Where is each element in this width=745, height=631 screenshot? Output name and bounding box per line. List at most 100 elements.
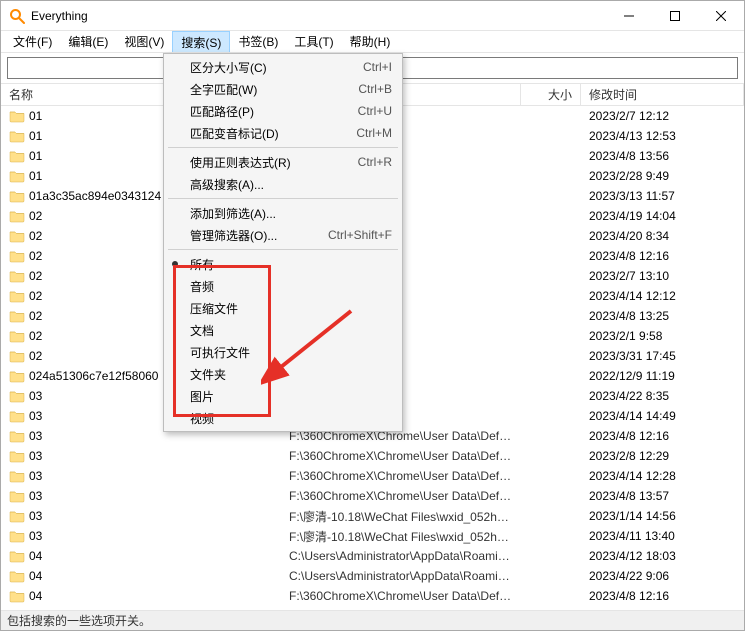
search-menu-item[interactable]: 使用正则表达式(R)Ctrl+R <box>164 151 402 173</box>
file-date: 2023/4/20 8:34 <box>581 229 744 243</box>
minimize-icon <box>624 11 634 21</box>
file-date: 2023/2/7 12:12 <box>581 109 744 123</box>
folder-icon <box>9 429 25 443</box>
search-menu-item[interactable]: 匹配变音标记(D) Ctrl+M <box>164 122 402 144</box>
menu-edit[interactable]: 编辑(E) <box>60 31 116 52</box>
folder-icon <box>9 509 25 523</box>
file-date: 2023/4/8 12:16 <box>581 589 744 603</box>
folder-icon <box>9 149 25 163</box>
file-name: 03 <box>29 489 42 503</box>
file-date: 2023/2/1 9:58 <box>581 329 744 343</box>
file-date: 2023/4/22 9:06 <box>581 569 744 583</box>
status-text: 包括搜索的一些选项开关。 <box>7 612 151 629</box>
search-menu-item[interactable]: 区分大小写(C) Ctrl+I <box>164 56 402 78</box>
menu-item-label: 匹配路径(P) <box>190 103 254 120</box>
menu-item-label: 管理筛选器(O)... <box>190 227 277 244</box>
menu-item-label: 使用正则表达式(R) <box>190 154 291 171</box>
maximize-icon <box>670 11 680 21</box>
file-date: 2023/4/11 13:40 <box>581 529 744 543</box>
folder-icon <box>9 169 25 183</box>
app-icon <box>9 8 25 24</box>
folder-icon <box>9 549 25 563</box>
menu-bookmarks[interactable]: 书签(B) <box>230 31 286 52</box>
menu-help[interactable]: 帮助(H) <box>342 31 399 52</box>
file-name: 03 <box>29 389 42 403</box>
menu-item-shortcut: Ctrl+U <box>358 104 392 118</box>
search-menu-item[interactable]: 高级搜索(A)... <box>164 173 402 195</box>
search-menu-item[interactable]: 匹配路径(P) Ctrl+U <box>164 100 402 122</box>
search-menu-filter[interactable]: 文档 <box>164 319 402 341</box>
folder-icon <box>9 489 25 503</box>
search-menu-item[interactable]: 添加到筛选(A)... <box>164 202 402 224</box>
menu-item-shortcut: Ctrl+M <box>356 126 392 140</box>
menu-item-shortcut: Ctrl+B <box>358 82 392 96</box>
folder-icon <box>9 329 25 343</box>
search-menu-filter[interactable]: 图片 <box>164 385 402 407</box>
file-date: 2023/3/31 17:45 <box>581 349 744 363</box>
table-row[interactable]: 04C:\Users\Administrator\AppData\Roamin.… <box>1 566 744 586</box>
search-menu-filter[interactable]: 音频 <box>164 275 402 297</box>
file-path: F:\360ChromeX\Chrome\User Data\Defa... <box>281 589 521 603</box>
table-row[interactable]: 04F:\360ChromeX\Chrome\User Data\Defa...… <box>1 586 744 606</box>
close-button[interactable] <box>698 1 744 31</box>
file-path: F:\360ChromeX\Chrome\User Data\Defa... <box>281 469 521 483</box>
file-name: 03 <box>29 409 42 423</box>
file-name: 02 <box>29 249 42 263</box>
file-name: 03 <box>29 469 42 483</box>
folder-icon <box>9 449 25 463</box>
menu-separator <box>168 147 398 148</box>
menu-view[interactable]: 视图(V) <box>116 31 172 52</box>
file-name: 02 <box>29 289 42 303</box>
file-date: 2023/1/14 14:56 <box>581 509 744 523</box>
file-name: 03 <box>29 529 42 543</box>
file-date: 2023/4/22 8:35 <box>581 389 744 403</box>
file-name: 01 <box>29 109 42 123</box>
file-date: 2023/4/19 14:04 <box>581 209 744 223</box>
search-menu-item[interactable]: 全字匹配(W)Ctrl+B <box>164 78 402 100</box>
col-header-size[interactable]: 大小 <box>521 84 581 105</box>
menu-file[interactable]: 文件(F) <box>5 31 60 52</box>
folder-icon <box>9 109 25 123</box>
menu-item-shortcut: Ctrl+I <box>363 60 392 74</box>
folder-icon <box>9 349 25 363</box>
minimize-button[interactable] <box>606 1 652 31</box>
table-row[interactable]: 03F:\360ChromeX\Chrome\User Data\Defa...… <box>1 486 744 506</box>
folder-icon <box>9 369 25 383</box>
folder-icon <box>9 269 25 283</box>
file-date: 2023/4/8 12:16 <box>581 429 744 443</box>
search-menu-filter[interactable]: 所有 <box>164 253 402 275</box>
file-path: C:\Users\Administrator\AppData\Roamin... <box>281 569 521 583</box>
folder-icon <box>9 129 25 143</box>
radio-bullet-icon <box>172 261 178 267</box>
search-menu-filter[interactable]: 可执行文件 <box>164 341 402 363</box>
file-date: 2023/4/14 12:28 <box>581 469 744 483</box>
menu-item-label: 视频 <box>190 410 214 427</box>
table-row[interactable]: 03F:\廖清-10.18\WeChat Files\wxid_052h4x2.… <box>1 506 744 526</box>
menu-item-label: 压缩文件 <box>190 300 238 317</box>
file-path: F:\廖清-10.18\WeChat Files\wxid_052h4x2... <box>281 508 521 525</box>
search-menu-filter[interactable]: 文件夹 <box>164 363 402 385</box>
file-name: 02 <box>29 209 42 223</box>
table-row[interactable]: 03 F:\360ChromeX\Chrome\User Data\Defa...… <box>1 466 744 486</box>
file-name: 03 <box>29 429 42 443</box>
table-row[interactable]: 03F:\360ChromeX\Chrome\User Data\Defa...… <box>1 446 744 466</box>
menu-item-label: 区分大小写(C) <box>190 59 267 76</box>
file-name: 04 <box>29 549 42 563</box>
menu-tools[interactable]: 工具(T) <box>286 31 341 52</box>
menu-item-label: 可执行文件 <box>190 344 250 361</box>
menu-item-shortcut: Ctrl+Shift+F <box>328 228 392 242</box>
file-date: 2023/4/12 18:03 <box>581 549 744 563</box>
app-window: Everything 文件(F) 编辑(E) 视图(V) 搜索(S) 书签(B)… <box>0 0 745 631</box>
folder-icon <box>9 569 25 583</box>
menu-item-label: 匹配变音标记(D) <box>190 125 279 142</box>
search-menu-filter[interactable]: 视频 <box>164 407 402 429</box>
search-menu-item[interactable]: 管理筛选器(O)... Ctrl+Shift+F <box>164 224 402 246</box>
file-date: 2023/4/14 14:49 <box>581 409 744 423</box>
table-row[interactable]: 04C:\Users\Administrator\AppData\Roamin.… <box>1 546 744 566</box>
maximize-button[interactable] <box>652 1 698 31</box>
table-row[interactable]: 03F:\廖清-10.18\WeChat Files\wxid_052h4x2.… <box>1 526 744 546</box>
col-header-date[interactable]: 修改时间 <box>581 84 744 105</box>
menu-search[interactable]: 搜索(S) <box>172 31 230 52</box>
file-path: F:\360ChromeX\Chrome\User Data\Defa... <box>281 449 521 463</box>
search-menu-filter[interactable]: 压缩文件 <box>164 297 402 319</box>
